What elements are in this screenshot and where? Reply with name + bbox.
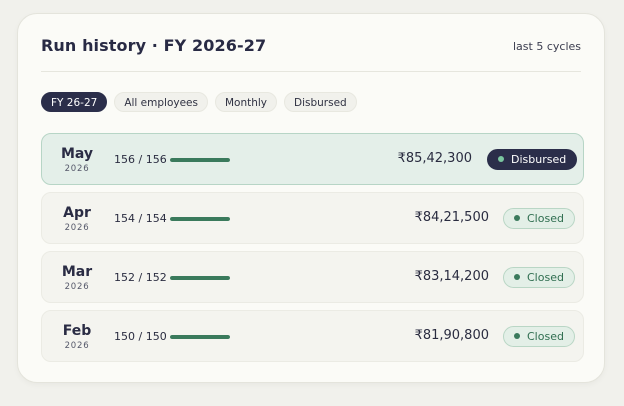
status-label: Closed xyxy=(527,212,564,225)
run-row-apr[interactable]: Apr 2026 154 / 154 ₹84,21,500 Closed xyxy=(41,192,584,244)
row-month: Feb xyxy=(62,323,92,339)
status-badge: Closed xyxy=(503,267,575,288)
filter-chip-fy[interactable]: FY 26-27 xyxy=(41,92,108,112)
row-year: 2026 xyxy=(64,282,90,292)
status-badge: Closed xyxy=(503,208,575,229)
row-year: 2026 xyxy=(64,341,90,351)
filter-chip-status[interactable]: Disbursed xyxy=(284,92,357,112)
row-amount: ₹85,42,300 xyxy=(397,151,472,166)
run-row-mar[interactable]: Mar 2026 152 / 152 ₹83,14,200 Closed xyxy=(41,251,584,303)
run-history-card: Run history · FY 2026-27 last 5 cycles F… xyxy=(17,13,605,383)
header-divider xyxy=(41,71,581,72)
status-label: Closed xyxy=(527,271,564,284)
row-amount: ₹84,21,500 xyxy=(414,210,489,225)
row-employee-count: 152 / 152 xyxy=(114,271,167,284)
row-progress-fill xyxy=(170,335,230,339)
row-employee-count: 150 / 150 xyxy=(114,330,167,343)
status-dot-icon xyxy=(514,333,520,339)
status-label: Closed xyxy=(527,330,564,343)
row-employee-count: 154 / 154 xyxy=(114,212,167,225)
run-row-feb[interactable]: Feb 2026 150 / 150 ₹81,90,800 Closed xyxy=(41,310,584,362)
row-month: Mar xyxy=(61,264,93,280)
row-month: Apr xyxy=(63,205,91,221)
card-header: Run history · FY 2026-27 last 5 cycles xyxy=(41,36,581,58)
row-amount: ₹83,14,200 xyxy=(414,269,489,284)
status-dot-icon xyxy=(498,156,504,162)
row-amount: ₹81,90,800 xyxy=(414,328,489,343)
status-label: Disbursed xyxy=(511,153,567,166)
row-month: May xyxy=(60,146,94,162)
row-year: 2026 xyxy=(64,164,90,174)
status-badge: Closed xyxy=(503,326,575,347)
row-year: 2026 xyxy=(64,223,90,233)
row-progress-bar xyxy=(170,158,230,162)
filter-chip-employees[interactable]: All employees xyxy=(114,92,208,112)
status-dot-icon xyxy=(514,215,520,221)
row-progress-bar xyxy=(170,217,230,221)
run-row-may[interactable]: May 2026 156 / 156 ₹85,42,300 Disbursed xyxy=(41,133,584,185)
row-progress-bar xyxy=(170,276,230,280)
row-progress-fill xyxy=(170,276,230,280)
filter-chip-frequency[interactable]: Monthly xyxy=(214,92,278,112)
row-progress-fill xyxy=(170,217,230,221)
filter-bar: FY 26-27 All employees Monthly Disbursed xyxy=(41,92,357,112)
row-progress-fill xyxy=(170,158,230,162)
row-progress-bar xyxy=(170,335,230,339)
status-badge: Disbursed xyxy=(487,149,578,170)
row-employee-count: 156 / 156 xyxy=(114,153,167,166)
status-dot-icon xyxy=(514,274,520,280)
card-subtitle: last 5 cycles xyxy=(513,40,581,53)
card-title: Run history · FY 2026-27 xyxy=(41,36,267,55)
